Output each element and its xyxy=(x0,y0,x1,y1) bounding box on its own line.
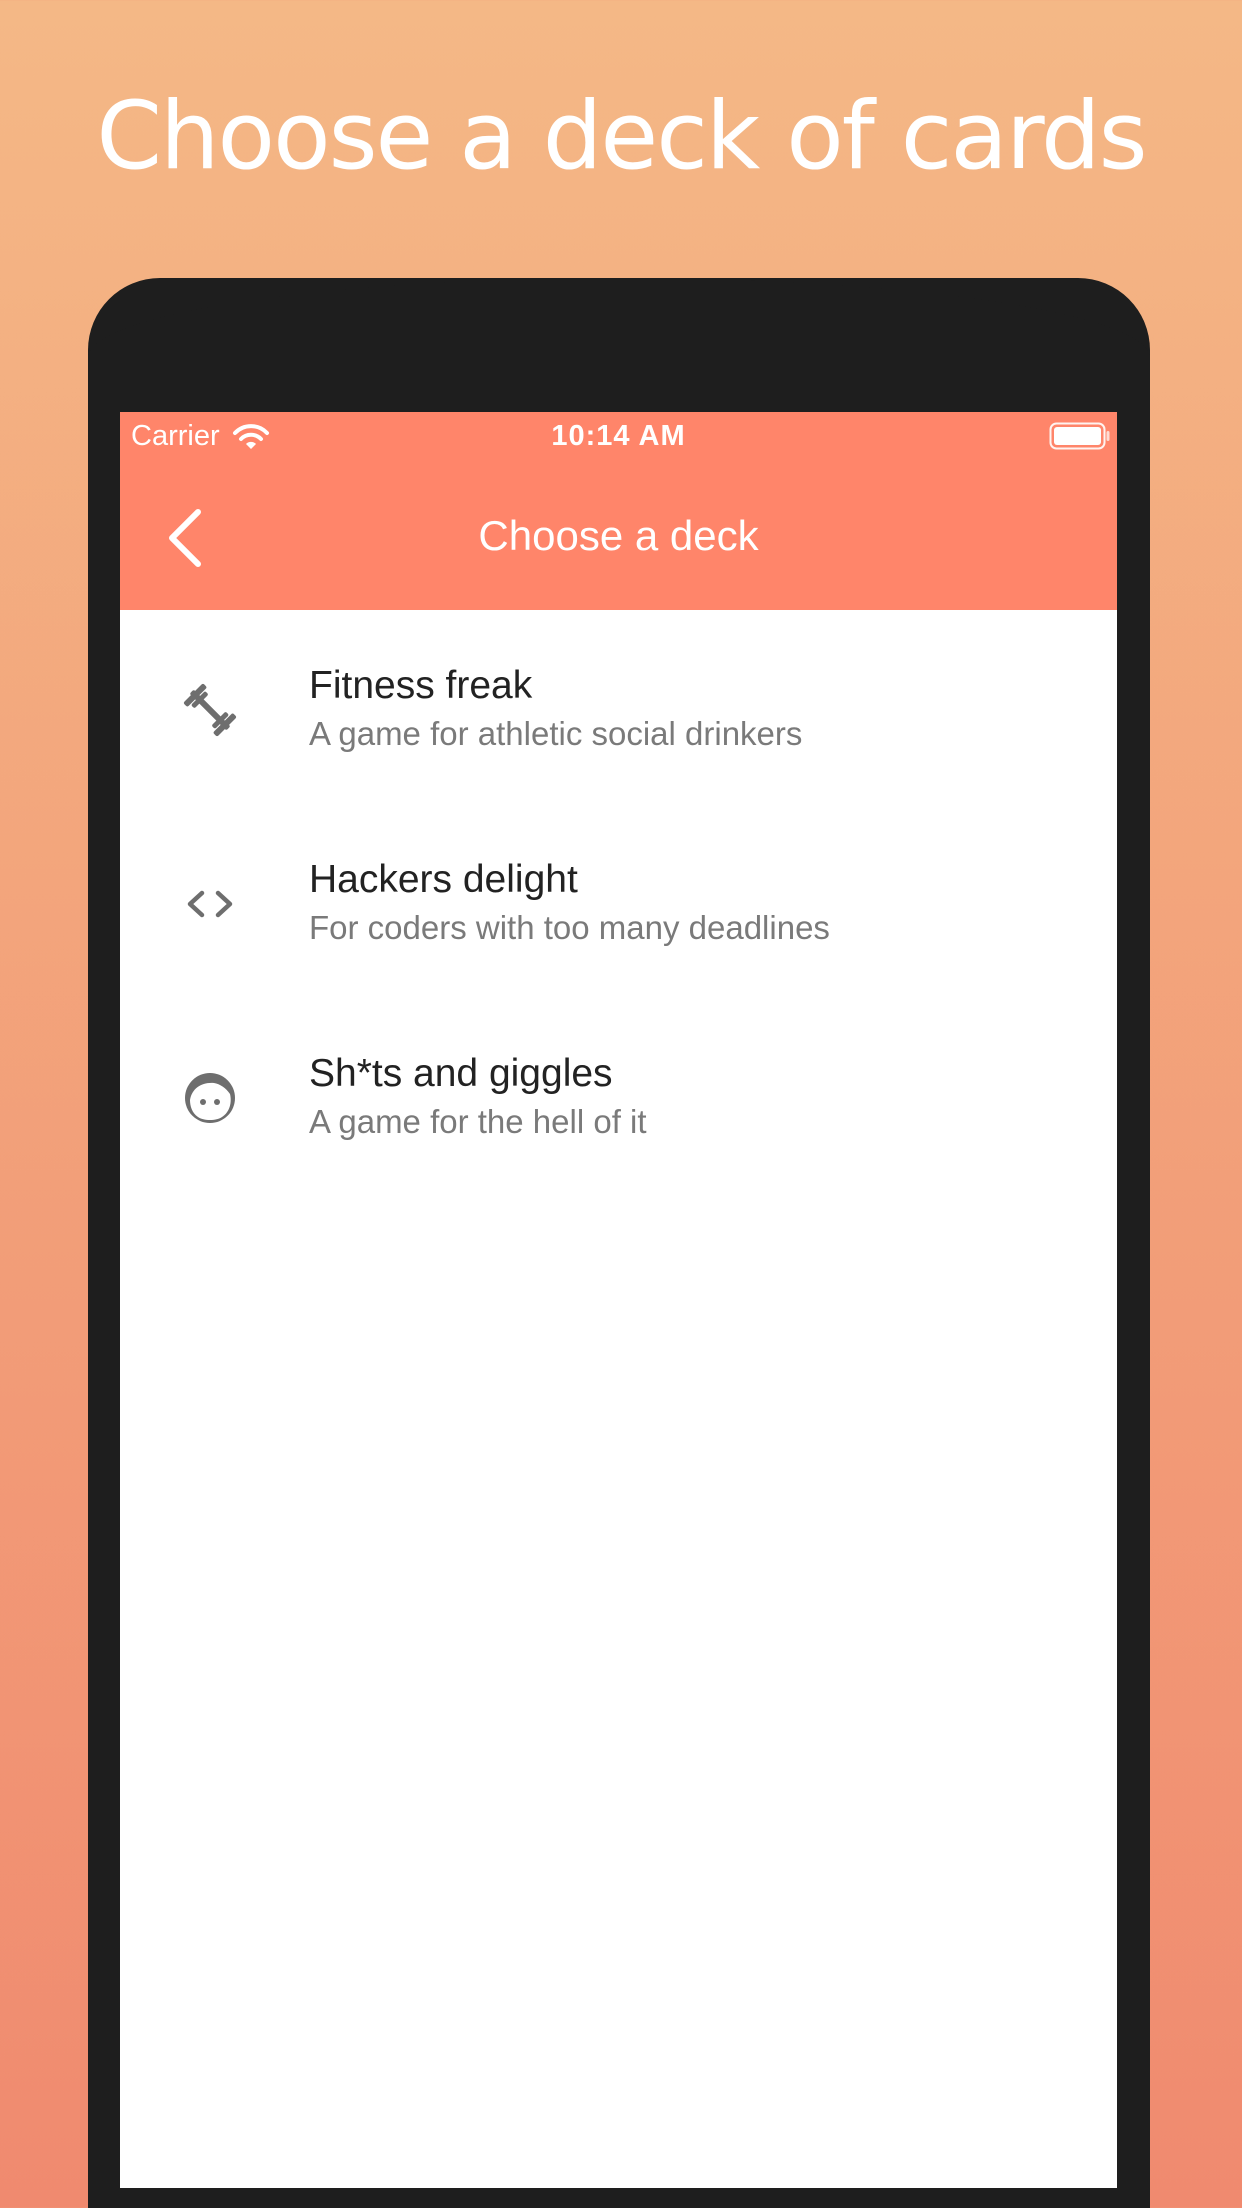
deck-subtitle: For coders with too many deadlines xyxy=(309,909,830,946)
deck-title: Hackers delight xyxy=(309,858,578,901)
deck-item-shts-and-giggles[interactable]: Sh*ts and giggles A game for the hell of… xyxy=(120,998,1117,1192)
status-bar: Carrier 10:14 AM xyxy=(120,412,1117,460)
battery-icon xyxy=(1049,422,1110,450)
deck-item-hackers-delight[interactable]: Hackers delight For coders with too many… xyxy=(120,804,1117,998)
deck-item-fitness-freak[interactable]: Fitness freak A game for athletic social… xyxy=(120,610,1117,804)
deck-title: Sh*ts and giggles xyxy=(309,1052,613,1095)
deck-subtitle: A game for athletic social drinkers xyxy=(309,715,803,752)
app-screen: Carrier 10:14 AM Choose a deck Fitness f… xyxy=(120,412,1117,2188)
deck-subtitle: A game for the hell of it xyxy=(309,1103,647,1140)
face-icon xyxy=(185,1073,235,1123)
status-time: 10:14 AM xyxy=(551,420,686,452)
deck-list: Fitness freak A game for athletic social… xyxy=(120,610,1117,1192)
nav-title: Choose a deck xyxy=(478,512,759,559)
promo-heading: Choose a deck of cards xyxy=(96,82,1147,191)
deck-title: Fitness freak xyxy=(309,664,533,707)
navigation-bar: Choose a deck xyxy=(120,460,1117,610)
code-icon xyxy=(187,890,233,918)
dumbbell-icon xyxy=(183,683,237,737)
